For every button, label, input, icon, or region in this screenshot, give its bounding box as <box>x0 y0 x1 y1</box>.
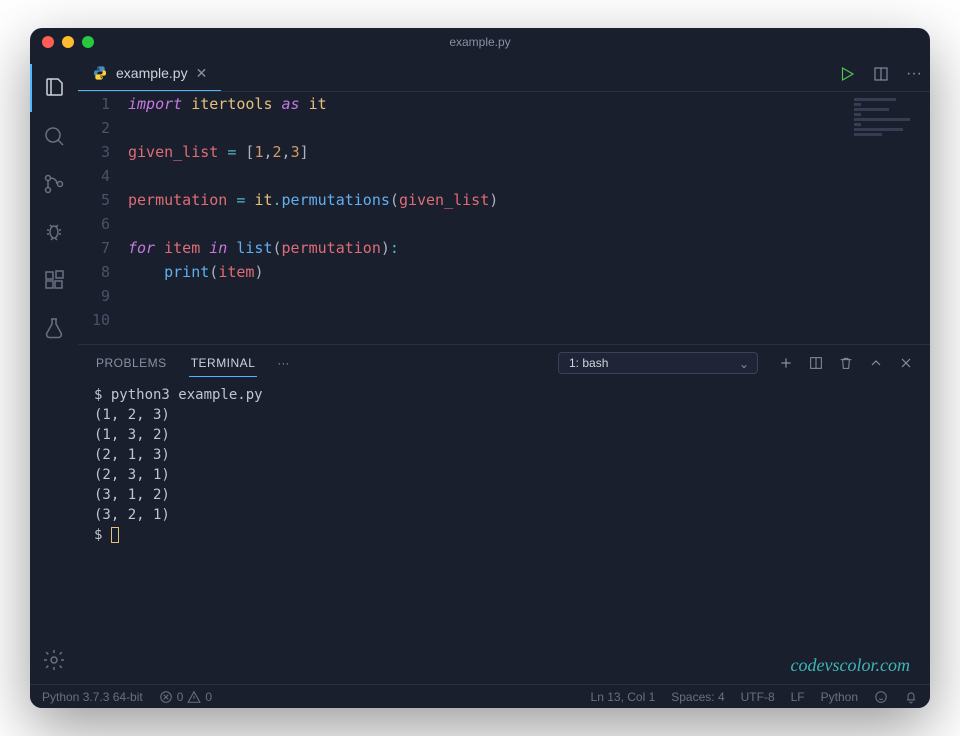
feedback-icon[interactable] <box>874 690 888 704</box>
status-language[interactable]: Python <box>821 690 858 704</box>
tab-problems[interactable]: PROBLEMS <box>94 356 169 370</box>
main-area: example.py ✕ ··· 12345678910 import iter… <box>30 56 930 684</box>
split-terminal-icon[interactable] <box>808 355 824 371</box>
close-panel-icon[interactable] <box>898 355 914 371</box>
extensions-icon[interactable] <box>30 256 78 304</box>
window-title: example.py <box>449 35 510 49</box>
status-eol[interactable]: LF <box>791 690 805 704</box>
tab-terminal[interactable]: TERMINAL <box>189 356 258 377</box>
tab-label: example.py <box>116 65 188 81</box>
more-actions-icon[interactable]: ··· <box>906 65 922 83</box>
split-editor-icon[interactable] <box>872 65 890 83</box>
status-encoding[interactable]: UTF-8 <box>741 690 775 704</box>
maximize-panel-icon[interactable] <box>868 355 884 371</box>
debug-icon[interactable] <box>30 208 78 256</box>
code-content[interactable]: import itertools as it given_list = [1,2… <box>128 92 930 344</box>
tab-close-icon[interactable]: ✕ <box>196 65 208 82</box>
panel-more-icon[interactable]: ··· <box>277 356 289 370</box>
notifications-icon[interactable] <box>904 690 918 704</box>
status-indent[interactable]: Spaces: 4 <box>671 690 724 704</box>
status-interpreter[interactable]: Python 3.7.3 64-bit <box>42 690 143 704</box>
window-controls <box>42 36 94 48</box>
source-control-icon[interactable] <box>30 160 78 208</box>
panel-tabs: PROBLEMS TERMINAL ··· 1: bash ⌄ <box>78 345 930 381</box>
explorer-icon[interactable] <box>30 64 78 112</box>
chevron-down-icon: ⌄ <box>739 357 749 371</box>
code-editor[interactable]: 12345678910 import itertools as it given… <box>78 92 930 344</box>
minimap[interactable] <box>854 98 924 158</box>
status-problems[interactable]: 0 0 <box>159 690 212 704</box>
titlebar: example.py <box>30 28 930 56</box>
status-bar: Python 3.7.3 64-bit 0 0 Ln 13, Col 1 Spa… <box>30 684 930 708</box>
vscode-window: example.py <box>30 28 930 708</box>
watermark: codevscolor.com <box>791 655 910 676</box>
search-icon[interactable] <box>30 112 78 160</box>
minimize-window-button[interactable] <box>62 36 74 48</box>
line-numbers: 12345678910 <box>78 92 128 344</box>
close-window-button[interactable] <box>42 36 54 48</box>
tab-bar: example.py ✕ ··· <box>78 56 930 92</box>
bottom-panel: PROBLEMS TERMINAL ··· 1: bash ⌄ <box>78 344 930 684</box>
terminal-selector-label: 1: bash <box>569 356 608 370</box>
kill-terminal-icon[interactable] <box>838 355 854 371</box>
run-icon[interactable] <box>838 65 856 83</box>
maximize-window-button[interactable] <box>82 36 94 48</box>
editor-actions: ··· <box>838 65 922 83</box>
editor-group: example.py ✕ ··· 12345678910 import iter… <box>78 56 930 684</box>
terminal-output[interactable]: $ python3 example.py(1, 2, 3)(1, 3, 2)(2… <box>78 381 930 684</box>
panel-actions <box>778 355 914 371</box>
new-terminal-icon[interactable] <box>778 355 794 371</box>
settings-gear-icon[interactable] <box>30 636 78 684</box>
python-file-icon <box>92 65 108 81</box>
terminal-selector[interactable]: 1: bash ⌄ <box>558 352 758 374</box>
status-cursor[interactable]: Ln 13, Col 1 <box>591 690 656 704</box>
tab-example-py[interactable]: example.py ✕ <box>78 56 221 91</box>
activity-bar <box>30 56 78 684</box>
testing-icon[interactable] <box>30 304 78 352</box>
